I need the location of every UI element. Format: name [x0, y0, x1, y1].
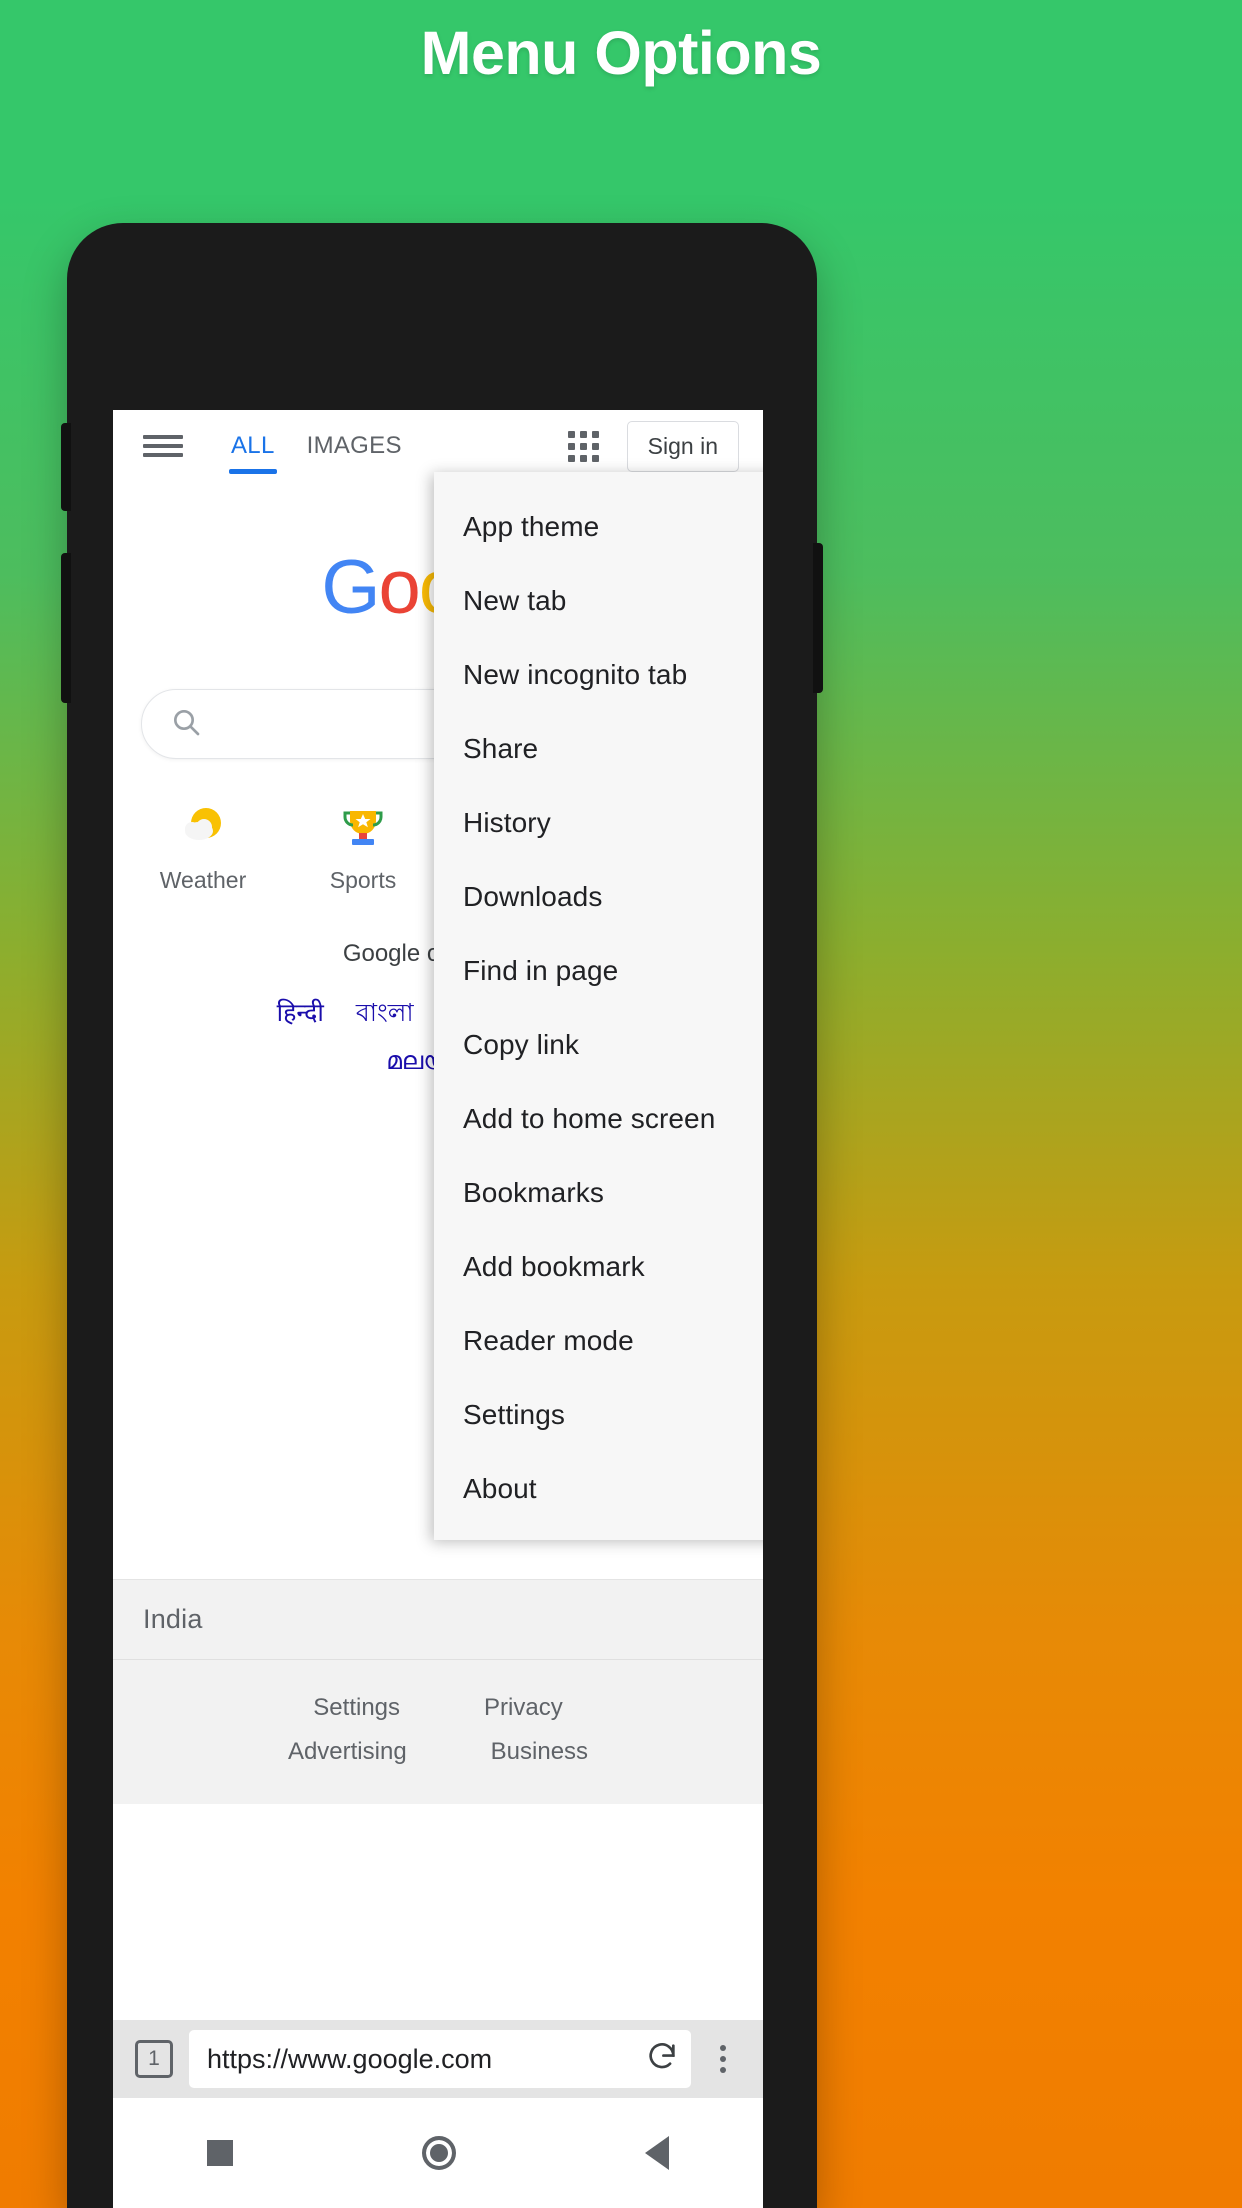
footer-link-privacy[interactable]: Privacy	[484, 1694, 563, 1722]
menu-item-bookmarks[interactable]: Bookmarks	[434, 1156, 763, 1230]
hamburger-menu-icon[interactable]	[143, 432, 183, 460]
language-link-hindi[interactable]: हिन्दी	[277, 999, 324, 1027]
sun-cloud-icon	[123, 799, 283, 855]
apps-grid-icon[interactable]	[567, 430, 599, 462]
phone-frame: ALL IMAGES Sign in Google	[61, 223, 823, 2208]
tab-images[interactable]: IMAGES	[291, 410, 418, 482]
volume-up-button[interactable]	[61, 553, 71, 703]
footer-link-row: Advertising Business	[113, 1730, 763, 1774]
phone-screen: ALL IMAGES Sign in Google	[113, 410, 763, 2208]
browser-overflow-menu-icon[interactable]	[701, 2045, 745, 2073]
menu-item-settings[interactable]: Settings	[434, 1378, 763, 1452]
menu-item-history[interactable]: History	[434, 786, 763, 860]
shortcut-label: Weather	[159, 867, 247, 893]
menu-item-downloads[interactable]: Downloads	[434, 860, 763, 934]
menu-item-add-bookmark[interactable]: Add bookmark	[434, 1230, 763, 1304]
language-link-bengali[interactable]: বাংলা	[356, 999, 414, 1027]
menu-item-copy-link[interactable]: Copy link	[434, 1008, 763, 1082]
logo-letter-G: G	[321, 545, 380, 630]
footer-link-row: Settings Privacy	[113, 1686, 763, 1730]
back-button-icon[interactable]	[644, 2136, 669, 2170]
footer-link-business[interactable]: Business	[491, 1738, 588, 1766]
top-bar-right: Sign in	[567, 420, 763, 472]
trophy-icon	[283, 799, 443, 855]
sign-in-button[interactable]: Sign in	[626, 420, 739, 472]
footer-link-advertising[interactable]: Advertising	[288, 1738, 407, 1766]
google-footer: India Settings Privacy Advertising Busin…	[113, 1579, 763, 1804]
menu-item-reader-mode[interactable]: Reader mode	[434, 1304, 763, 1378]
menu-item-share[interactable]: Share	[434, 712, 763, 786]
menu-item-add-to-home-screen[interactable]: Add to home screen	[434, 1082, 763, 1156]
url-text: https://www.google.com	[207, 2043, 493, 2074]
menu-item-about[interactable]: About	[434, 1452, 763, 1526]
footer-links: Settings Privacy Advertising Business	[113, 1659, 763, 1804]
google-tab-strip: ALL IMAGES	[215, 410, 418, 482]
menu-item-app-theme[interactable]: App theme	[434, 490, 763, 564]
browser-url-bar: 1 https://www.google.com	[113, 2020, 763, 2098]
tab-counter-button[interactable]: 1	[135, 2040, 173, 2078]
footer-country: India	[143, 1604, 203, 1634]
overflow-menu: App theme New tab New incognito tab Shar…	[434, 472, 763, 1540]
android-nav-bar	[113, 2098, 763, 2208]
power-button[interactable]	[61, 423, 71, 511]
search-icon	[170, 706, 202, 743]
reload-icon[interactable]	[645, 2040, 679, 2079]
url-field[interactable]: https://www.google.com	[189, 2030, 691, 2088]
menu-item-new-incognito-tab[interactable]: New incognito tab	[434, 638, 763, 712]
shortcut-sports[interactable]: Sports	[283, 799, 443, 894]
tab-all[interactable]: ALL	[215, 410, 291, 482]
recents-button-icon[interactable]	[207, 2140, 234, 2166]
logo-letter-o1: o	[378, 545, 421, 630]
menu-item-find-in-page[interactable]: Find in page	[434, 934, 763, 1008]
home-button-icon[interactable]	[421, 2136, 456, 2170]
shortcut-label: Sports	[329, 867, 397, 893]
footer-link-settings[interactable]: Settings	[313, 1694, 400, 1722]
page-title: Menu Options	[420, 19, 822, 87]
volume-down-button[interactable]	[813, 543, 823, 693]
shortcut-weather[interactable]: Weather	[123, 799, 283, 894]
menu-item-new-tab[interactable]: New tab	[434, 564, 763, 638]
